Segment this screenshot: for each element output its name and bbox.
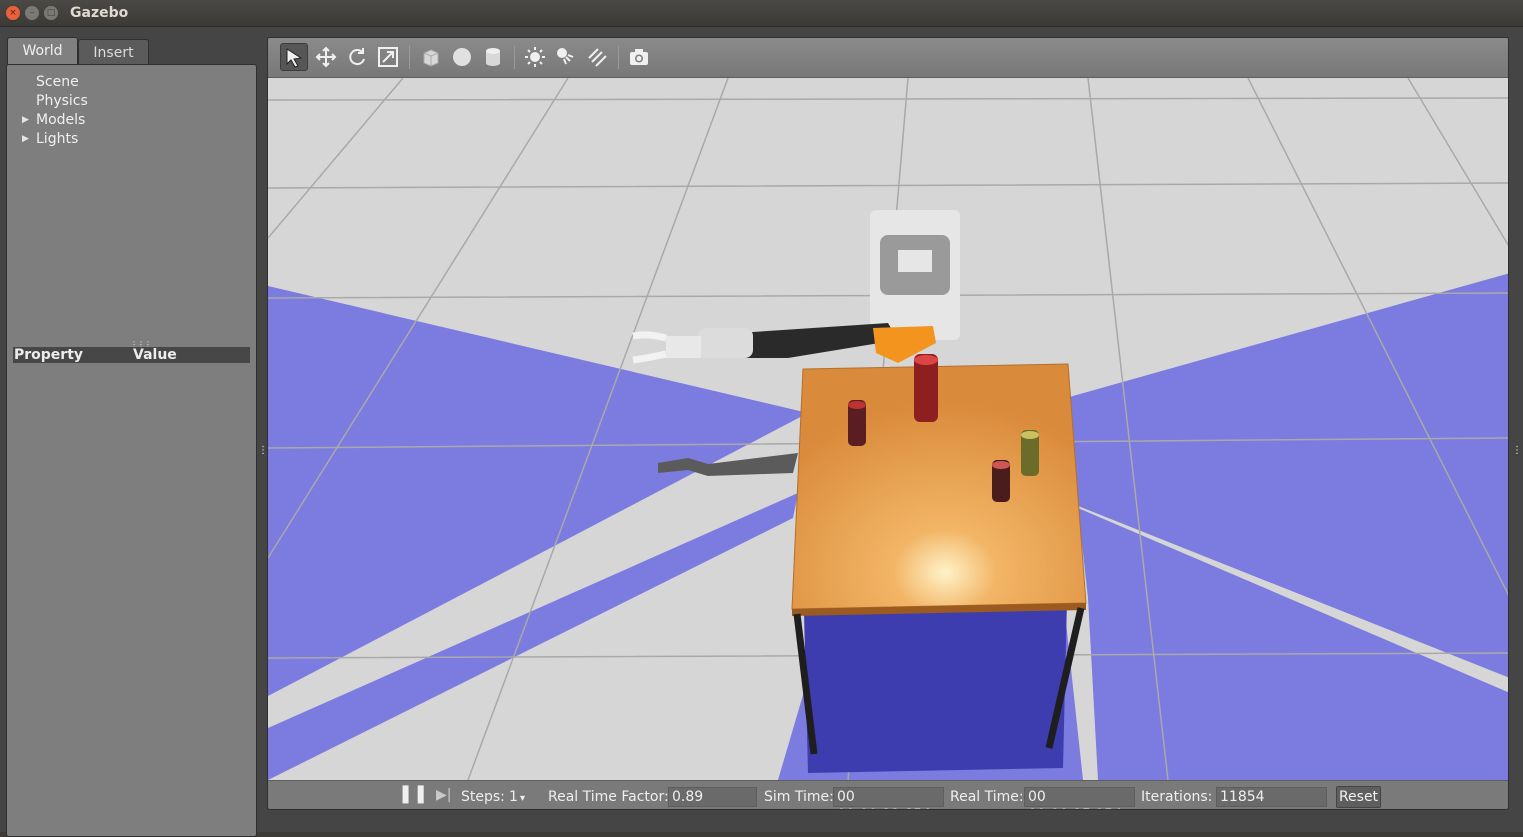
property-column-header: Property [14, 347, 84, 363]
robot-face-panel [898, 250, 932, 272]
toolbar-separator [514, 45, 515, 69]
rotate-mode-icon[interactable] [343, 43, 371, 71]
steps-value[interactable]: 1 [509, 789, 518, 805]
can-small-red-right [992, 460, 1010, 502]
robot-gripper-base [666, 336, 701, 358]
box-shape-icon[interactable] [417, 43, 445, 71]
value-column-header: Value [133, 347, 177, 363]
cylinder-shape-icon[interactable] [479, 43, 507, 71]
robot-wrist [698, 328, 753, 358]
tab-insert[interactable]: Insert [78, 39, 149, 64]
close-window-icon[interactable]: × [6, 6, 20, 20]
pause-icon[interactable]: ❚❚ [398, 785, 428, 803]
point-light-icon[interactable] [521, 43, 549, 71]
world-panel: Scene Physics ▶ Models ▶ Lights ⋮⋮⋮ Proper… [6, 64, 257, 837]
gazebo-main-window: World Insert Scene Physics ▶ Models ▶ Ligh… [0, 27, 1523, 837]
tree-item-lights[interactable]: ▶ Lights [7, 130, 256, 149]
iterations-value: 11854 [1216, 787, 1327, 807]
reset-button[interactable]: Reset [1336, 786, 1381, 808]
translate-mode-icon[interactable] [312, 43, 340, 71]
window-title: Gazebo [70, 5, 129, 21]
table-top [791, 363, 1087, 610]
expand-arrow-icon[interactable]: ▶ [22, 130, 29, 149]
real-time-label: Real Time: [950, 789, 1024, 805]
tree-item-label: Scene [36, 74, 79, 90]
sim-time-value: 00 00:00:11.854 [833, 787, 944, 809]
tree-item-models[interactable]: ▶ Models [7, 111, 256, 130]
tree-item-label: Lights [36, 131, 79, 147]
tree-item-label: Models [36, 112, 86, 128]
sim-time-label: Sim Time: [764, 789, 834, 805]
property-table-header: Property Value [13, 347, 250, 363]
toolbar-separator [409, 45, 410, 69]
maximize-window-icon[interactable]: □ [44, 6, 58, 20]
can-large-red [914, 354, 938, 422]
world-tree: Scene Physics ▶ Models ▶ Lights [7, 73, 256, 149]
render-panel: ❚❚ ▶| Steps: 1 ▾ Real Time Factor: 0.89 … [267, 37, 1509, 810]
spot-light-icon[interactable] [552, 43, 580, 71]
toolbar-separator [618, 45, 619, 69]
select-mode-icon[interactable] [280, 43, 308, 71]
sphere-shape-icon[interactable] [448, 43, 476, 71]
right-splitter-handle[interactable]: ⋮ [1512, 445, 1522, 456]
tree-item-label: Physics [36, 93, 88, 109]
can-small-red-left [848, 400, 866, 446]
steps-dropdown-icon[interactable]: ▾ [520, 791, 525, 807]
can-green [1021, 430, 1039, 476]
tab-world[interactable]: World [7, 37, 78, 64]
scene-toolbar [268, 38, 1508, 78]
screenshot-camera-icon[interactable] [625, 43, 653, 71]
expand-arrow-icon[interactable]: ▶ [22, 111, 29, 130]
steps-label: Steps: [461, 789, 505, 805]
iterations-label: Iterations: [1141, 789, 1213, 805]
real-time-value: 00 00:00:15.954 [1024, 787, 1135, 809]
3d-viewport[interactable] [268, 78, 1509, 780]
real-time-factor-value: 0.89 [668, 787, 757, 807]
simulation-status-bar: ❚❚ ▶| Steps: 1 ▾ Real Time Factor: 0.89 … [268, 780, 1508, 809]
minimize-window-icon[interactable]: – [25, 6, 39, 20]
tree-item-physics[interactable]: Physics [7, 92, 256, 111]
tree-item-scene[interactable]: Scene [7, 73, 256, 92]
scale-mode-icon[interactable] [374, 43, 402, 71]
window-titlebar: × – □ Gazebo [0, 0, 1523, 27]
real-time-factor-label: Real Time Factor: [548, 789, 669, 805]
step-forward-icon[interactable]: ▶| [436, 787, 451, 803]
directional-light-icon[interactable] [583, 43, 611, 71]
